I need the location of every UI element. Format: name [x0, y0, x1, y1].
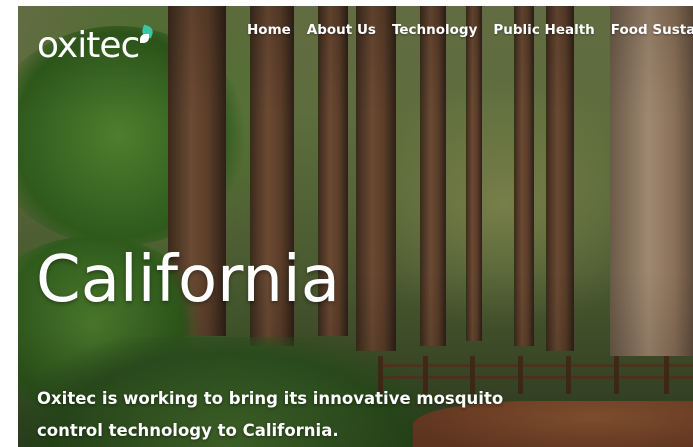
nav-item-technology[interactable]: Technology [392, 22, 477, 38]
logo-wordmark: oxitec [37, 25, 140, 66]
main-navigation: Home About Us Technology Public Health F… [247, 22, 693, 38]
nav-item-food-sustainability[interactable]: Food Sustainability [611, 22, 693, 38]
page: oxitec Home About Us Technology Public H… [0, 0, 693, 447]
nav-item-home[interactable]: Home [247, 22, 291, 38]
nav-item-about-us[interactable]: About Us [307, 22, 376, 38]
hero-background-image [18, 6, 693, 447]
leaf-logo-icon [140, 24, 156, 44]
oxitec-logo[interactable]: oxitec [37, 24, 156, 66]
page-title: California [36, 243, 340, 317]
nav-item-public-health[interactable]: Public Health [493, 22, 594, 38]
hero-subtitle: Oxitec is working to bring its innovativ… [37, 389, 504, 440]
hero-overlay [18, 6, 693, 447]
